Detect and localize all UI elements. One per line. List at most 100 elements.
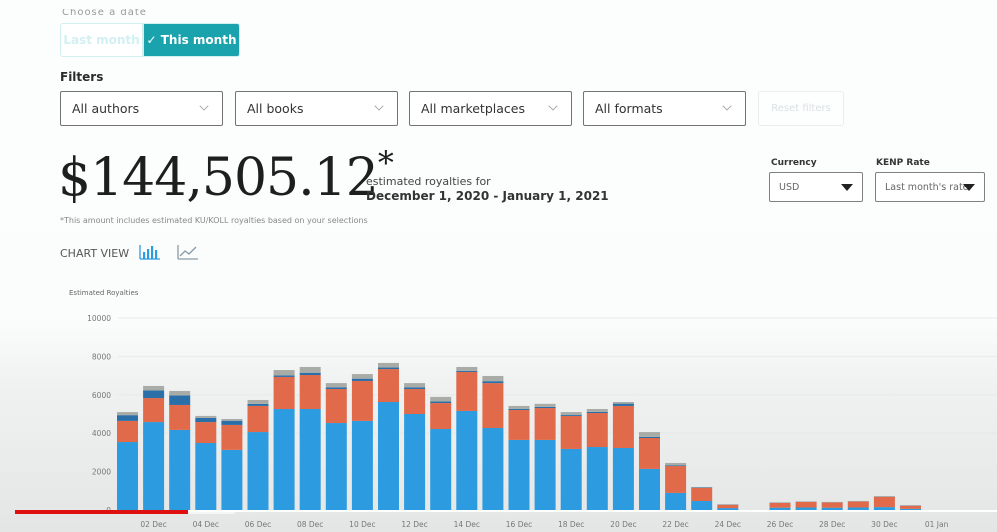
x-tick-label: 02 Dec (140, 520, 166, 529)
bar-segment-ebook (195, 442, 217, 510)
x-tick-label: 10 Dec (349, 520, 375, 529)
bar-segment-ebook (430, 428, 452, 510)
bar-segment-paperback (508, 408, 530, 410)
bar-segment-paperback (560, 414, 582, 416)
bar-segment-kenp (847, 501, 869, 508)
bar-segment-kenp (795, 501, 817, 508)
bar-segment-kenp (717, 504, 739, 509)
bar-segment-paperback (351, 378, 373, 381)
video-progress-fill[interactable] (15, 510, 188, 514)
bar-segment-ebook (482, 428, 504, 510)
bar-segment-kenp (691, 487, 713, 501)
reset-filters-button[interactable]: Reset filters (758, 91, 844, 126)
bar-segment-kenp (534, 408, 556, 440)
bar-segment-ebook (456, 410, 478, 510)
bar-segment-kenp (639, 438, 660, 469)
bar-segment-paperback (273, 375, 295, 377)
bar-segment-other (456, 366, 478, 371)
y-axis-title: Estimated Royalties (69, 289, 139, 297)
bar-segment-other (247, 399, 269, 404)
line-chart-icon[interactable] (177, 243, 199, 261)
royalty-footnote: *This amount includes estimated KU/KOLL … (60, 216, 368, 225)
kenp-rate-select[interactable]: Last month's rate (875, 172, 985, 202)
bar-segment-ebook (508, 439, 530, 510)
marketplaces-select[interactable]: All marketplaces (409, 91, 572, 126)
bar-segment-paperback (639, 436, 660, 438)
currency-select[interactable]: USD (769, 172, 863, 202)
x-tick-label: 16 Dec (506, 520, 532, 529)
this-month-button[interactable]: ✓ This month (143, 23, 240, 57)
bar-segment-other (508, 405, 530, 409)
bar-segment-ebook (769, 507, 791, 510)
bar-chart-icon[interactable] (139, 243, 161, 261)
bar-segment-kenp (143, 398, 165, 423)
x-tick-label: 22 Dec (662, 520, 688, 529)
bar-segment-paperback (169, 395, 191, 405)
date-picker-label: Choose a date (62, 9, 147, 17)
bar-segment-paperback (612, 403, 634, 406)
bar-segment-ebook (299, 409, 321, 510)
bar-segment-ebook (117, 442, 138, 510)
y-tick-label: 6000 (92, 391, 111, 400)
bar-segment-other (117, 412, 138, 416)
x-tick-label: 28 Dec (819, 520, 845, 529)
bar-segment-ebook (717, 508, 739, 510)
currency-value: USD (779, 181, 800, 193)
bar-segment-kenp (247, 405, 269, 433)
bar-segment-other (639, 432, 660, 437)
books-select[interactable]: All books (235, 91, 398, 126)
bar-segment-ebook (847, 507, 869, 510)
bar-segment-kenp (299, 375, 321, 410)
bar-segment-other (560, 412, 582, 415)
y-tick-label: 8000 (92, 352, 111, 361)
bar-segment-ebook (534, 439, 556, 510)
bar-segment-ebook (404, 414, 426, 510)
royalty-amount: $144,505.12 (58, 148, 379, 208)
kenp-rate-label: KENP Rate (876, 158, 930, 168)
bar-segment-paperback (195, 417, 217, 423)
bar-segment-ebook (351, 420, 373, 510)
chevron-down-icon (199, 101, 209, 111)
bar-segment-paperback (117, 415, 138, 421)
date-toggle: Last month ✓ This month (60, 23, 240, 57)
formats-select[interactable]: All formats (583, 91, 746, 126)
x-tick-label: 12 Dec (401, 520, 427, 529)
bar-segment-other (169, 390, 191, 396)
kenp-rate-value: Last month's rate (885, 181, 969, 193)
bar-segment-kenp (117, 420, 138, 443)
x-tick-label: 08 Dec (297, 520, 323, 529)
last-month-button[interactable]: Last month (60, 23, 143, 57)
x-tick-label: 14 Dec (454, 520, 480, 529)
authors-select[interactable]: All authors (60, 91, 223, 126)
bar-segment-ebook (169, 429, 191, 510)
bar-segment-other (299, 366, 321, 373)
bar-segment-ebook (143, 422, 165, 510)
bar-segment-kenp (430, 403, 452, 429)
bar-segment-ebook (325, 423, 347, 510)
bar-segment-other (665, 462, 687, 466)
bar-segment-ebook (221, 449, 243, 510)
bar-segment-paperback (534, 406, 556, 409)
bar-segment-kenp (586, 413, 608, 448)
bar-segment-kenp (273, 376, 295, 410)
bar-segment-ebook (691, 500, 713, 510)
bar-segment-paperback (665, 465, 687, 467)
bar-segment-kenp (873, 496, 895, 508)
royalty-total: $144,505.12* (58, 144, 394, 208)
bar-segment-kenp (195, 422, 217, 443)
bar-segment-kenp (378, 369, 399, 402)
marketplaces-select-value: All marketplaces (421, 101, 525, 116)
royalties-bar-chart: 020004000600080001000002 Dec04 Dec06 Dec… (87, 314, 997, 529)
bar-segment-other (273, 370, 295, 376)
caret-down-icon (963, 184, 975, 191)
bar-segment-ebook (378, 402, 399, 510)
bar-segment-kenp (351, 380, 373, 421)
bar-segment-other (430, 396, 452, 402)
filters-label: Filters (60, 70, 104, 84)
caret-down-icon (841, 184, 853, 191)
chevron-down-icon (722, 101, 732, 111)
chevron-down-icon (548, 101, 558, 111)
chevron-down-icon (374, 101, 384, 111)
bar-segment-paperback (404, 387, 426, 390)
y-tick-label: 4000 (92, 429, 111, 438)
